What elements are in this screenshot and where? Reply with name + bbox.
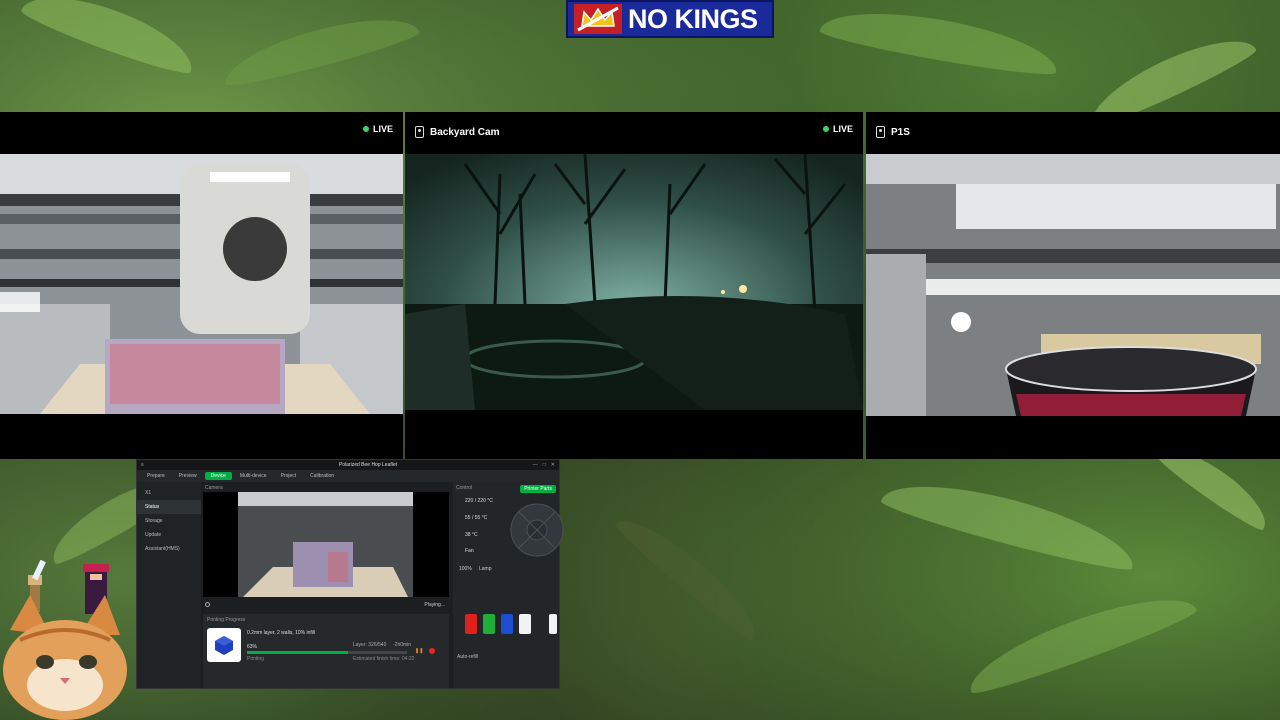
printer-cam-1[interactable]: LIVE — [0, 112, 403, 459]
crown-logo-icon — [574, 4, 622, 34]
printer-feed-1 — [0, 154, 403, 414]
printer-selector[interactable]: X1 — [137, 486, 201, 500]
cam-title: P1S — [891, 126, 910, 138]
chamber-temp[interactable]: 38 °C — [465, 532, 478, 538]
menu-icon[interactable]: ≡ — [141, 462, 144, 468]
fan-label[interactable]: Fan — [465, 548, 474, 554]
camera-settings-icon[interactable] — [205, 602, 210, 607]
no-kings-banner: NO KINGS — [566, 0, 774, 38]
close-icon[interactable]: ✕ — [551, 462, 555, 468]
p1s-feed — [866, 154, 1280, 416]
sidebar-item-storage[interactable]: Storage — [137, 514, 201, 528]
camera-icon — [415, 126, 424, 138]
slicer-app-window[interactable]: ≡ Polarized Bee Hop Leaflet — □ ✕ Prepar… — [136, 459, 564, 689]
stop-button[interactable] — [429, 648, 435, 654]
camera-view[interactable] — [203, 492, 449, 597]
banner-text: NO KINGS — [628, 3, 758, 34]
print-status: Printing — [247, 656, 264, 662]
cam-header: Backyard Cam LIVE — [405, 112, 863, 152]
printer-parts-button[interactable]: Printer Parts — [520, 485, 556, 493]
cube-icon — [215, 636, 233, 655]
pause-button[interactable]: ❚❚ — [415, 648, 423, 654]
playing-status: Playing... — [424, 602, 445, 608]
filament-slot-5[interactable] — [549, 614, 557, 634]
sidebar-item-status[interactable]: Status — [137, 500, 201, 514]
camera-strip: LIVE Backyard Cam LIVE P1S — [0, 112, 1280, 459]
sidebar-item-update[interactable]: Update — [137, 528, 201, 542]
live-indicator: LIVE — [822, 124, 853, 134]
control-panel: Control Printer Parts 220 / 220 °C 55 / … — [453, 482, 564, 688]
print-percent: 63% — [247, 644, 258, 650]
backyard-cam[interactable]: Backyard Cam LIVE — [405, 112, 863, 459]
progress-fill — [247, 651, 348, 654]
estimated-finish: Estimated finish time: 04:22 — [353, 656, 415, 662]
bed-temp[interactable]: 55 / 55 °C — [465, 515, 487, 521]
app-main-panel: Camera Playing... Printing Progress 0.2m… — [201, 482, 451, 688]
speed-value[interactable]: 100% — [459, 566, 472, 572]
filament-slot-1[interactable] — [465, 614, 477, 634]
cam-title: Backyard Cam — [430, 126, 500, 138]
progress-label: Printing Progress — [207, 617, 246, 623]
minimize-icon[interactable]: — — [533, 462, 538, 468]
tab-device[interactable]: Device — [204, 472, 232, 480]
printing-progress-panel: Printing Progress 0.2mm layer, 2 walls, … — [203, 614, 449, 688]
tab-multi-device[interactable]: Multi-device — [234, 472, 273, 480]
nozzle-temp[interactable]: 220 / 220 °C — [465, 498, 493, 504]
tab-project[interactable]: Project — [275, 472, 303, 480]
cam-header: LIVE — [0, 112, 403, 152]
live-dot-icon — [362, 126, 369, 132]
progress-bar — [247, 651, 407, 654]
live-indicator: LIVE — [362, 124, 393, 134]
layer-count: Layer: 326/540 — [353, 642, 387, 648]
camera-icon — [876, 126, 885, 138]
sidebar-item-assistant[interactable]: Assistant(HMS) — [137, 542, 201, 556]
live-dot-icon — [822, 126, 829, 132]
kitten-avatar — [3, 595, 127, 720]
tab-preview[interactable]: Preview — [173, 472, 203, 480]
jog-control[interactable] — [509, 502, 565, 558]
camera-preview — [238, 492, 413, 597]
filament-slot-2[interactable] — [483, 614, 495, 634]
maximize-icon[interactable]: □ — [543, 462, 546, 468]
app-tabs: Prepare Preview Device Multi-device Proj… — [137, 470, 559, 482]
tab-calibration[interactable]: Calibration — [304, 472, 340, 480]
tab-prepare[interactable]: Prepare — [141, 472, 171, 480]
model-thumbnail — [207, 628, 241, 662]
p1s-cam[interactable]: P1S — [866, 112, 1280, 459]
auto-refill-label[interactable]: Auto-refill — [457, 654, 478, 660]
lamp-toggle[interactable]: Lamp — [479, 566, 492, 572]
cam-header: P1S — [866, 112, 1280, 152]
remaining-time: -2h0min — [393, 642, 412, 648]
filament-slot-4[interactable] — [519, 614, 531, 634]
backyard-feed — [405, 154, 863, 410]
app-title: Polarized Bee Hop Leaflet — [338, 462, 398, 468]
app-titlebar: ≡ Polarized Bee Hop Leaflet — □ ✕ — [137, 460, 559, 470]
device-sidebar: X1 Status Storage Update Assistant(HMS) — [137, 482, 201, 688]
filament-slot-3[interactable] — [501, 614, 513, 634]
print-name: 0.2mm layer, 2 walls, 10% infill — [247, 630, 316, 636]
